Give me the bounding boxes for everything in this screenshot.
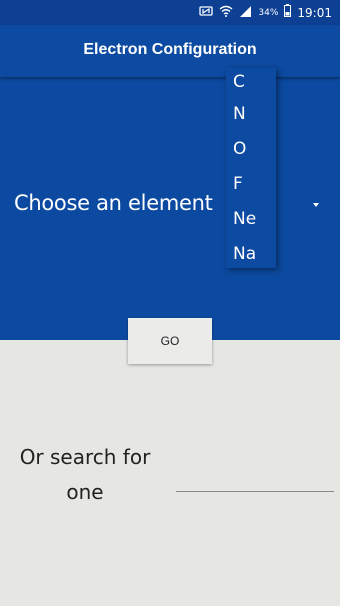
dropdown-arrow-icon[interactable] xyxy=(313,203,319,207)
status-bar: 34% 19:01 xyxy=(0,0,340,25)
dropdown-option-f[interactable]: F xyxy=(226,167,276,202)
dropdown-option-n[interactable]: N xyxy=(226,97,276,132)
search-label: Or search for one xyxy=(19,445,151,504)
dropdown-option-o[interactable]: O xyxy=(226,132,276,167)
app-bar: Electron Configuration xyxy=(0,25,340,77)
wifi-icon xyxy=(219,5,233,22)
search-input[interactable] xyxy=(176,470,334,492)
dropdown-option-c[interactable]: C xyxy=(226,68,276,97)
signal-icon xyxy=(239,5,252,22)
dropdown-option-ne[interactable]: Ne xyxy=(226,202,276,237)
dropdown-option-na[interactable]: Na xyxy=(226,237,276,272)
status-icons: 34% 19:01 xyxy=(199,4,332,22)
page-title: Electron Configuration xyxy=(83,41,257,58)
choose-element-label: Choose an element xyxy=(14,191,213,215)
go-button[interactable]: GO xyxy=(128,318,212,364)
battery-icon xyxy=(284,4,292,22)
battery-percent: 34% xyxy=(258,8,279,18)
status-time: 19:01 xyxy=(297,6,332,20)
element-dropdown-list[interactable]: C N O F Ne Na xyxy=(226,68,276,268)
nfc-icon xyxy=(199,5,214,22)
